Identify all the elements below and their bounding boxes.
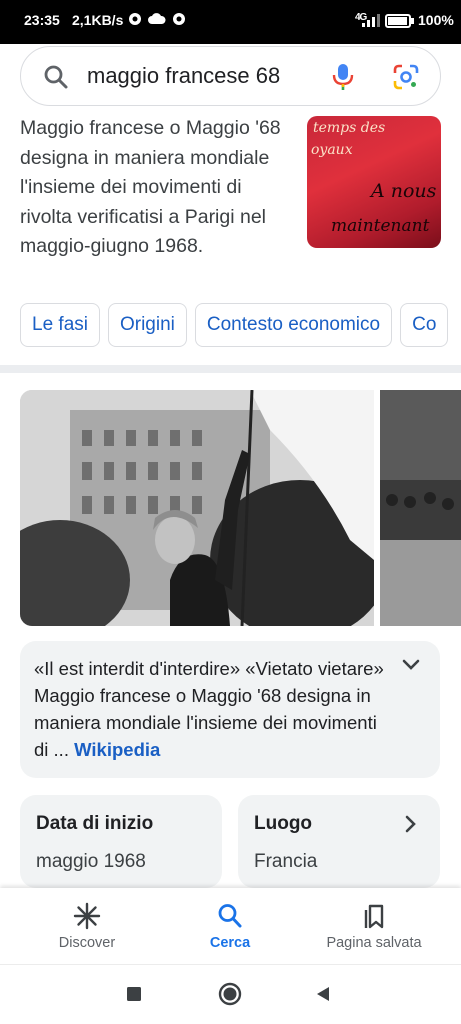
fact-label: Data di inizio — [36, 813, 154, 834]
signal-icon — [362, 14, 380, 27]
protest-photo[interactable] — [20, 390, 374, 626]
bottom-navigation: Discover Cerca Pagina salvata — [0, 888, 461, 964]
asterisk-icon — [73, 902, 101, 930]
poster-text-line: oyaux — [311, 142, 353, 158]
fact-card-location[interactable]: Luogo Francia — [238, 795, 440, 888]
google-lens-icon[interactable] — [393, 64, 419, 90]
nav-label: Cerca — [209, 935, 251, 951]
search-icon — [218, 904, 242, 928]
nav-label: Pagina salvata — [326, 935, 422, 951]
street-photo[interactable] — [380, 390, 461, 626]
section-divider — [0, 365, 461, 373]
topic-chips: Le fasi Origini Contesto economico Co — [20, 303, 461, 349]
nav-discover[interactable]: Discover — [37, 888, 137, 964]
poster-text-line: maintenant — [331, 216, 430, 236]
search-header: maggio francese 68 — [0, 44, 461, 114]
battery-icon — [385, 14, 411, 28]
fact-value: Francia — [254, 851, 318, 872]
battery-tip — [411, 18, 414, 24]
cloud-icon — [148, 13, 166, 24]
chevron-right-icon[interactable] — [405, 815, 417, 833]
nav-cerca[interactable]: Cerca — [180, 888, 280, 964]
circle-icon[interactable] — [218, 982, 242, 1006]
nav-label: Discover — [58, 935, 116, 951]
system-navigation-bar — [0, 964, 461, 1024]
chip-contesto-economico[interactable]: Contesto economico — [194, 303, 393, 347]
poster-text-line: temps des — [313, 120, 386, 136]
search-input[interactable]: maggio francese 68 — [87, 63, 280, 89]
status-speed: 2,1KB/s — [72, 12, 124, 28]
chrome-icon — [173, 13, 185, 25]
bookmark-icon — [364, 904, 384, 929]
chip-origini[interactable]: Origini — [107, 303, 187, 347]
search-icon[interactable] — [43, 64, 69, 90]
wikipedia-link[interactable]: Wikipedia — [74, 739, 160, 760]
wikipedia-snippet-card[interactable]: «Il est interdit d'interdire» «Vietato v… — [20, 641, 440, 778]
status-time: 23:35 — [24, 12, 60, 28]
poster-thumbnail[interactable]: temps des oyaux A nous maintenant — [307, 116, 441, 248]
mic-icon[interactable] — [331, 62, 355, 92]
fact-card-start-date[interactable]: Data di inizio maggio 1968 — [20, 795, 222, 888]
back-triangle-icon[interactable] — [315, 986, 331, 1002]
nav-saved-pages[interactable]: Pagina salvata — [308, 888, 440, 964]
chip-partial[interactable]: Co — [400, 303, 449, 347]
summary-description: Maggio francese o Maggio '68 designa in … — [20, 117, 281, 257]
protest-photo-image — [20, 390, 374, 626]
status-bar: 23:35 2,1KB/s 4G 100% — [0, 0, 461, 44]
fact-label: Luogo — [254, 813, 313, 834]
wikipedia-snippet-text: «Il est interdit d'interdire» «Vietato v… — [34, 655, 394, 763]
search-bar[interactable]: maggio francese 68 — [20, 46, 441, 106]
shield-icon — [129, 13, 141, 25]
chevron-down-icon[interactable] — [402, 659, 420, 671]
poster-text-line: A nous — [371, 180, 437, 202]
battery-percent: 100% — [418, 12, 454, 28]
street-photo-image — [380, 390, 461, 626]
chip-le-fasi[interactable]: Le fasi — [20, 303, 100, 347]
fact-value: maggio 1968 — [36, 851, 146, 872]
square-icon[interactable] — [126, 986, 142, 1002]
